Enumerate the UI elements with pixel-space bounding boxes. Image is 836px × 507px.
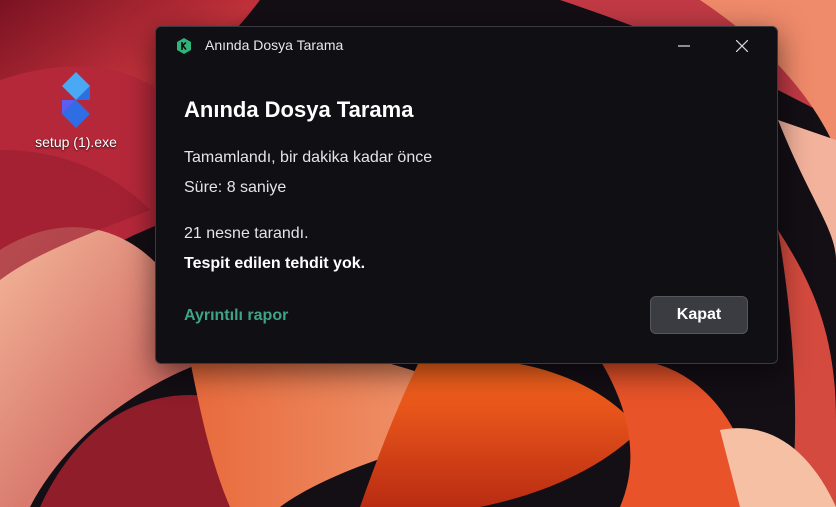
minimize-icon (678, 45, 690, 47)
window-title: Anında Dosya Tarama (205, 37, 344, 53)
close-window-button[interactable] (719, 27, 765, 65)
scan-result-dialog: Anında Dosya Tarama Anında Dosya Tarama … (155, 26, 778, 364)
status-text: Tamamlandı, bir dakika kadar önce (184, 149, 433, 166)
kaspersky-k-icon (177, 38, 191, 54)
desktop-icon-label: setup (1).exe (35, 134, 117, 150)
result-text: Tespit edilen tehdit yok. (184, 255, 366, 272)
desktop-file-setup-exe[interactable]: setup (1).exe (26, 70, 126, 160)
dialog-heading: Anında Dosya Tarama (184, 97, 414, 122)
scanned-count-text: 21 nesne tarandı. (184, 225, 309, 242)
duration-text: Süre: 8 saniye (184, 179, 287, 196)
close-button[interactable]: Kapat (650, 296, 748, 334)
detailed-report-link[interactable]: Ayrıntılı rapor (184, 307, 288, 325)
setup-exe-icon (62, 72, 90, 128)
minimize-button[interactable] (661, 27, 707, 65)
title-bar[interactable]: Anında Dosya Tarama (156, 27, 777, 65)
close-icon (736, 40, 748, 52)
